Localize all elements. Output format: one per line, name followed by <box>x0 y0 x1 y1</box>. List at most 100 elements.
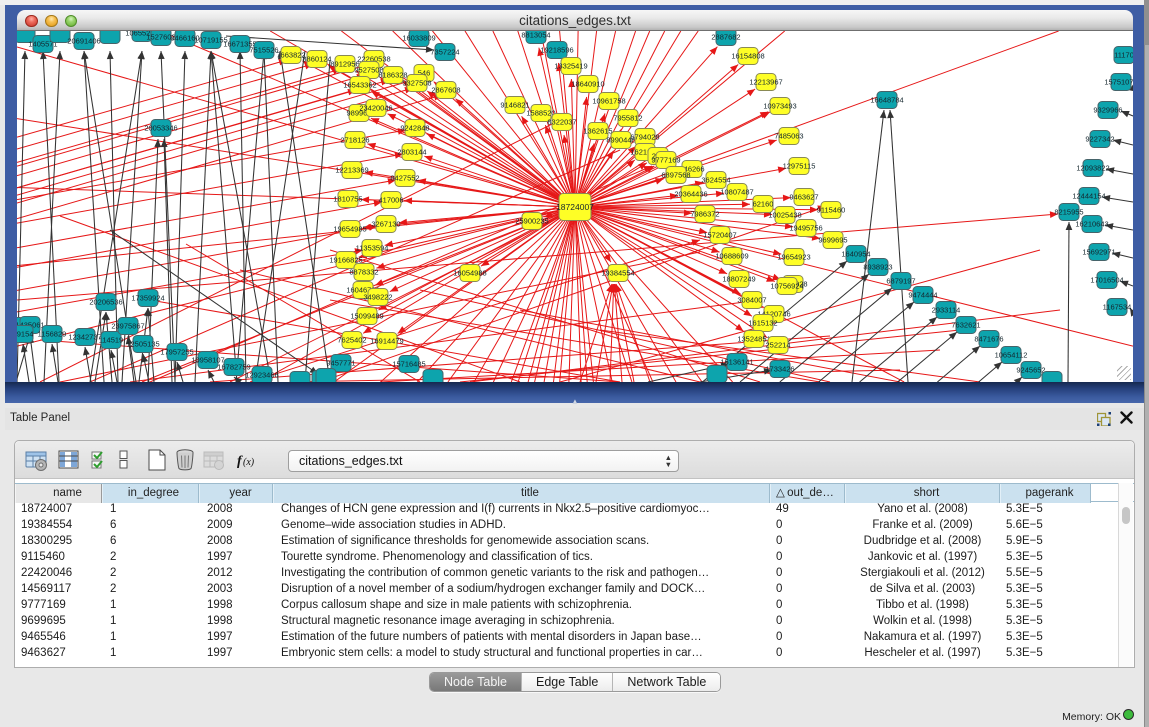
svg-text:9699695: 9699695 <box>818 236 847 245</box>
svg-text:10025438: 10025438 <box>768 211 801 220</box>
svg-text:7955812: 7955812 <box>613 114 642 123</box>
svg-text:2867608: 2867608 <box>431 86 460 95</box>
svg-text:8878332: 8878332 <box>349 268 378 277</box>
svg-text:62160: 62160 <box>753 200 774 209</box>
svg-text:7625402: 7625402 <box>337 336 366 345</box>
svg-text:15716485: 15716485 <box>392 360 425 369</box>
svg-text:12444154: 12444154 <box>1072 192 1105 201</box>
svg-text:16033809: 16033809 <box>402 34 435 43</box>
svg-text:1588520: 1588520 <box>526 109 555 118</box>
svg-text:23420046: 23420046 <box>359 104 392 113</box>
svg-text:9245652: 9245652 <box>1016 366 1045 375</box>
svg-text:25900235: 25900235 <box>515 217 548 226</box>
svg-text:1156829: 1156829 <box>38 330 67 339</box>
svg-text:19384554: 19384554 <box>601 269 634 278</box>
svg-text:12213369: 12213369 <box>335 166 368 175</box>
svg-text:12505135: 12505135 <box>126 340 159 349</box>
svg-text:7357224: 7357224 <box>430 48 459 57</box>
svg-text:20053346: 20053346 <box>144 124 177 133</box>
svg-text:18807249: 18807249 <box>722 275 755 284</box>
svg-text:10654112: 10654112 <box>995 351 1028 360</box>
svg-text:2803144: 2803144 <box>397 148 426 157</box>
svg-text:1615132: 1615132 <box>748 319 777 328</box>
svg-text:6879197: 6879197 <box>886 277 915 286</box>
svg-text:8471676: 8471676 <box>974 335 1003 344</box>
svg-text:18640910: 18640910 <box>571 80 604 89</box>
svg-text:9115460: 9115460 <box>817 206 846 215</box>
svg-text:39154: 39154 <box>17 330 33 339</box>
svg-text:8215955: 8215955 <box>1054 208 1083 217</box>
svg-text:12213967: 12213967 <box>749 78 782 87</box>
svg-text:8813054: 8813054 <box>521 31 550 40</box>
svg-text:3498222: 3498222 <box>363 293 392 302</box>
svg-text:15099489: 15099489 <box>350 312 383 321</box>
svg-text:18724007: 18724007 <box>556 202 594 212</box>
svg-text:8860124: 8860124 <box>302 55 331 64</box>
svg-text:17359924: 17359924 <box>131 294 164 303</box>
svg-text:16914479: 16914479 <box>370 337 403 346</box>
svg-text:12342737: 12342737 <box>68 333 101 342</box>
svg-text:9242848: 9242848 <box>400 124 429 133</box>
svg-text:9329966: 9329966 <box>1093 106 1122 115</box>
svg-text:2718126: 2718126 <box>340 136 369 145</box>
svg-text:16210643: 16210643 <box>1075 220 1108 229</box>
svg-text:(x): (x) <box>243 457 255 468</box>
svg-text:7663822: 7663822 <box>276 51 305 60</box>
svg-text:8322037: 8322037 <box>547 118 576 127</box>
svg-text:15692971: 15692971 <box>1082 248 1115 257</box>
svg-text:20691406: 20691406 <box>67 37 100 46</box>
svg-text:7485063: 7485063 <box>774 132 803 141</box>
svg-text:11170: 11170 <box>1114 51 1133 60</box>
svg-text:15136141: 15136141 <box>720 358 753 367</box>
svg-text:1733426: 1733426 <box>765 365 794 374</box>
svg-text:10961758: 10961758 <box>592 97 625 106</box>
svg-text:7515526: 7515526 <box>249 46 278 55</box>
svg-text:19654985: 19654985 <box>333 225 366 234</box>
svg-text:16054988: 16054988 <box>453 269 486 278</box>
svg-text:8938923: 8938923 <box>863 263 892 272</box>
svg-text:12975115: 12975115 <box>783 162 816 171</box>
svg-text:3267130: 3267130 <box>371 220 400 229</box>
svg-text:20206536: 20206536 <box>89 298 122 307</box>
svg-text:417006: 417006 <box>378 196 403 205</box>
svg-text:9474444: 9474444 <box>908 291 937 300</box>
svg-text:1810755: 1810755 <box>333 195 362 204</box>
svg-text:16648784: 16648784 <box>870 96 903 105</box>
svg-text:10973493: 10973493 <box>763 102 796 111</box>
svg-text:114519: 114519 <box>99 336 123 345</box>
svg-text:6897568: 6897568 <box>661 171 690 180</box>
svg-text:15751074: 15751074 <box>1104 78 1133 87</box>
svg-text:11353594: 11353594 <box>356 244 389 253</box>
svg-text:9777169: 9777169 <box>651 156 680 165</box>
svg-text:10688609: 10688609 <box>715 252 748 261</box>
svg-text:9146821: 9146821 <box>500 101 529 110</box>
svg-text:6794028: 6794028 <box>630 133 659 142</box>
svg-text:7632621: 7632621 <box>951 321 980 330</box>
svg-text:252214: 252214 <box>765 341 790 350</box>
svg-text:19218596: 19218596 <box>540 46 573 55</box>
svg-text:17957255: 17957255 <box>160 348 193 357</box>
svg-text:19654923: 19654923 <box>777 253 810 262</box>
svg-text:9327508: 9327508 <box>402 79 431 88</box>
svg-text:12093822: 12093822 <box>1076 164 1109 173</box>
svg-text:19495756: 19495756 <box>789 224 822 233</box>
svg-text:1167534: 1167534 <box>1103 303 1132 312</box>
svg-text:17016504: 17016504 <box>1090 276 1123 285</box>
svg-text:16154808: 16154808 <box>731 52 764 61</box>
svg-text:23975867: 23975867 <box>111 322 144 331</box>
svg-text:20364436: 20364436 <box>674 190 707 199</box>
svg-text:9227342: 9227342 <box>1085 135 1114 144</box>
svg-text:1362615: 1362615 <box>583 127 612 136</box>
svg-text:13325419: 13325419 <box>554 62 587 71</box>
svg-text:7986372: 7986372 <box>690 210 719 219</box>
svg-text:3624554: 3624554 <box>701 176 730 185</box>
svg-text:9463627: 9463627 <box>789 193 818 202</box>
svg-text:16543362: 16543362 <box>343 81 376 90</box>
svg-text:2887682: 2887682 <box>711 33 740 42</box>
svg-text:2933114: 2933114 <box>932 306 961 315</box>
svg-text:8427552: 8427552 <box>390 174 419 183</box>
svg-text:10807487: 10807487 <box>720 188 753 197</box>
svg-text:9457771: 9457771 <box>326 359 355 368</box>
svg-text:1640954: 1640954 <box>841 250 870 259</box>
svg-text:10756924: 10756924 <box>770 282 803 291</box>
